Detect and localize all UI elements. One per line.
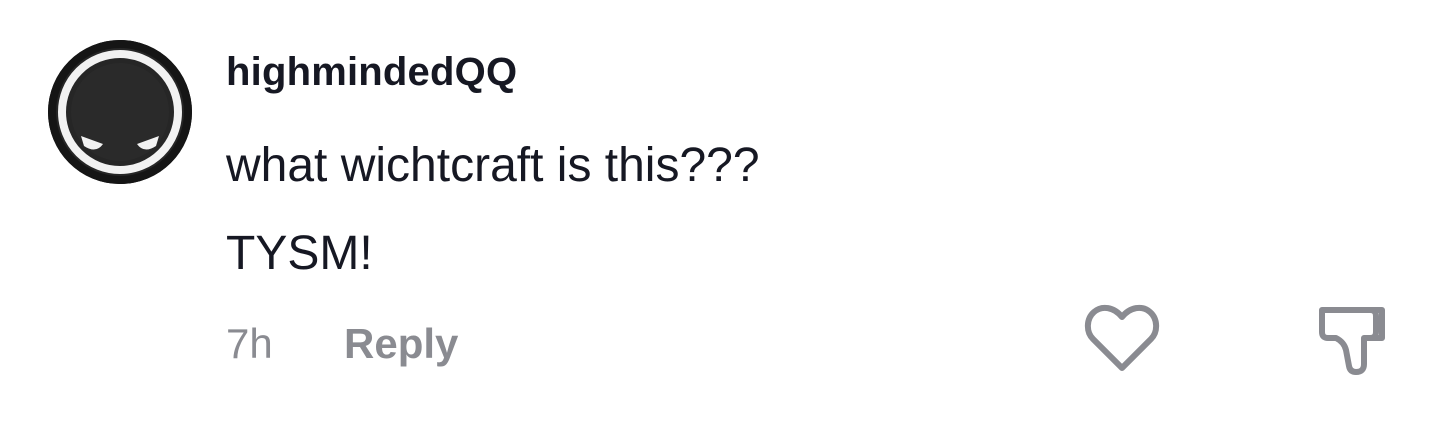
comment-item: highmindedQQ what wichtcraft is this??? … xyxy=(0,0,1440,425)
comment-username[interactable]: highmindedQQ xyxy=(226,50,517,95)
user-avatar[interactable] xyxy=(48,40,192,184)
heart-outline-icon xyxy=(1084,304,1160,371)
comment-text-line-1: what wichtcraft is this??? xyxy=(226,139,760,192)
dislike-button[interactable] xyxy=(1316,302,1388,376)
comment-timestamp: 7h xyxy=(226,320,273,367)
comment-text-line-2: TYSM! xyxy=(226,227,373,280)
thumbs-down-outline-icon xyxy=(1319,307,1385,375)
like-button[interactable] xyxy=(1084,304,1160,374)
masked-face-icon xyxy=(48,40,192,184)
reply-button[interactable]: Reply xyxy=(344,320,458,368)
